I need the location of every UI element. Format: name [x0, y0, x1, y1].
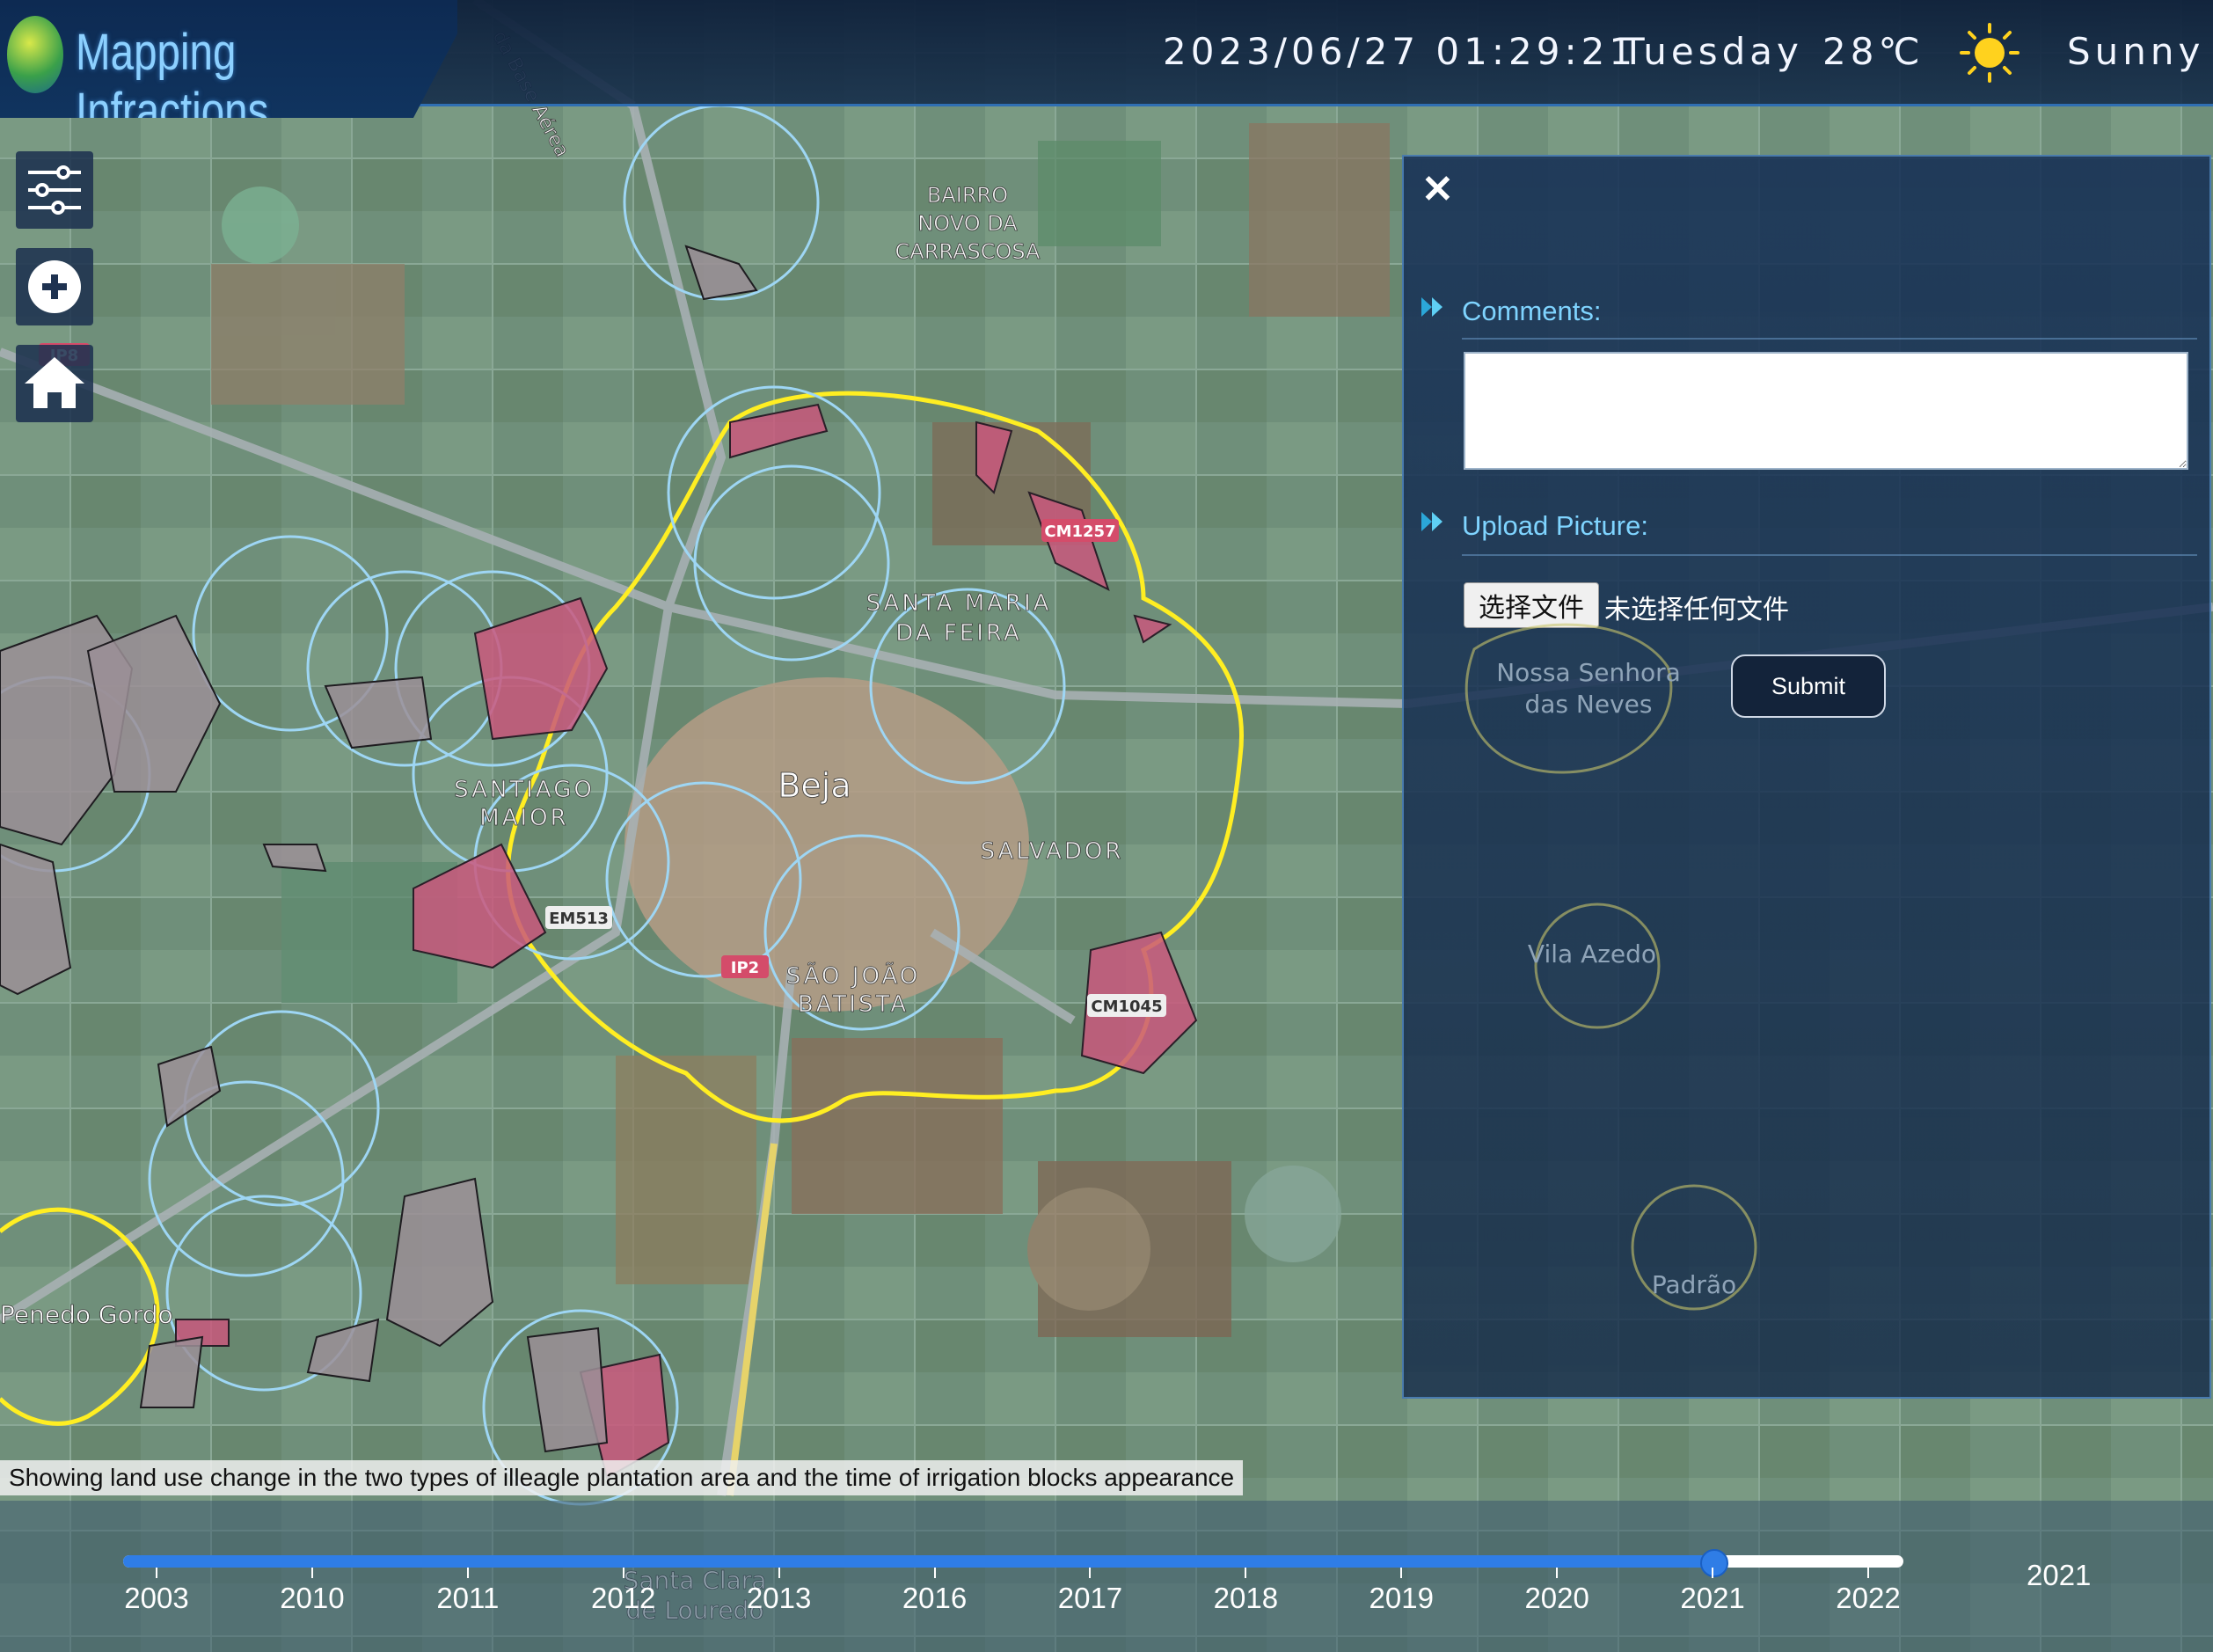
label-sao-joao-2: BATISTA	[798, 991, 909, 1018]
timeline-tick	[622, 1568, 624, 1578]
map-caption: Showing land use change in the two types…	[0, 1460, 1244, 1495]
label-salvador: SALVADOR	[981, 838, 1124, 865]
label-santa-maria-1: SANTA MARIA	[866, 590, 1052, 617]
globe-logo-icon	[7, 16, 63, 93]
label-vila-azedo: Vila Azedo	[1528, 939, 1656, 969]
submit-button[interactable]: Submit	[1731, 654, 1886, 718]
timeline-year-label[interactable]: 2017	[1037, 1582, 1143, 1615]
shield-ip2: IP2	[731, 959, 759, 977]
timeline-tick	[156, 1568, 157, 1578]
timeline-tick	[1867, 1568, 1869, 1578]
timeline-year-label[interactable]: 2012	[571, 1582, 676, 1615]
label-penedo: Penedo Gordo	[0, 1300, 173, 1329]
timeline-handle[interactable]	[1700, 1549, 1729, 1577]
sun-icon	[1960, 23, 2019, 83]
home-icon	[25, 357, 84, 408]
zoom-in-button[interactable]	[16, 248, 93, 325]
top-header: Mapping Infractions 2023/06/27 01:29:21 …	[0, 0, 2213, 118]
timeline-tick	[1089, 1568, 1092, 1578]
label-santa-maria-2: DA FEIRA	[895, 620, 1021, 647]
feedback-panel: ✕ Comments: Upload Picture: 选择文件 未选择任何文件…	[1402, 155, 2211, 1399]
datetime: 2023/06/27 01:29:21	[1163, 30, 1638, 73]
shield-em513: EM513	[549, 910, 609, 928]
timeline-year-label[interactable]: 2013	[727, 1582, 832, 1615]
timeline-year-label[interactable]: 2018	[1193, 1582, 1298, 1615]
town-area	[624, 677, 1029, 1012]
panel-map-overlay: Nossa Senhora das Neves Vila Azedo Padrã…	[1464, 623, 1757, 1311]
timeline-tick	[1556, 1568, 1559, 1578]
label-nossa-senhora-1: Nossa Senhora	[1496, 658, 1681, 687]
timeline-slider[interactable]	[123, 1555, 1903, 1568]
timeline-year-label[interactable]: 2021	[1660, 1582, 1765, 1615]
timeline-year-label[interactable]: 2010	[259, 1582, 365, 1615]
timeline-tick	[310, 1568, 313, 1578]
timeline-year-label[interactable]: 2003	[104, 1582, 209, 1615]
label-nossa-senhora-2: das Neves	[1525, 690, 1653, 719]
timeline-year-label[interactable]: 2020	[1504, 1582, 1610, 1615]
home-button[interactable]	[16, 345, 93, 422]
timeline-year-label[interactable]: 2019	[1348, 1582, 1454, 1615]
label-padrao: Padrão	[1652, 1270, 1736, 1299]
timeline-progress	[123, 1555, 1713, 1568]
timeline-year-label[interactable]: 2022	[1815, 1582, 1921, 1615]
label-bairro-1: BAIRRO	[927, 183, 1008, 208]
label-santiago-1: SANTIAGO	[454, 777, 595, 803]
label-santiago-2: MAIOR	[479, 805, 568, 831]
label-bairro-2: NOVO DA	[917, 211, 1018, 236]
sliders-icon	[28, 165, 81, 215]
timeline-tick	[1712, 1568, 1714, 1578]
weather-text: Sunny	[2067, 30, 2205, 73]
label-beja: Beja	[778, 766, 851, 805]
timeline-tick	[1400, 1568, 1403, 1578]
title-box: Mapping Infractions	[0, 0, 457, 118]
temperature: 28℃	[1822, 30, 1925, 73]
timeline-tick	[778, 1568, 780, 1578]
label-sao-joao-1: SÃO JOÃO	[786, 961, 921, 990]
timeline-year-label[interactable]: 2016	[882, 1582, 988, 1615]
weekday: Tuesday	[1622, 30, 1803, 73]
shield-cm1045: CM1045	[1091, 998, 1162, 1016]
timeline-tick	[466, 1568, 469, 1578]
label-bairro-3: CARRASCOSA	[895, 239, 1041, 264]
timeline-tick	[933, 1568, 936, 1578]
shield-cm1257: CM1257	[1044, 523, 1115, 541]
timeline-year-label[interactable]: 2011	[415, 1582, 521, 1615]
plus-circle-icon	[28, 260, 81, 313]
layers-button[interactable]	[16, 151, 93, 229]
current-year: 2021	[2027, 1559, 2092, 1591]
timeline-bar	[0, 1501, 2213, 1652]
timeline-tick	[1245, 1568, 1247, 1578]
